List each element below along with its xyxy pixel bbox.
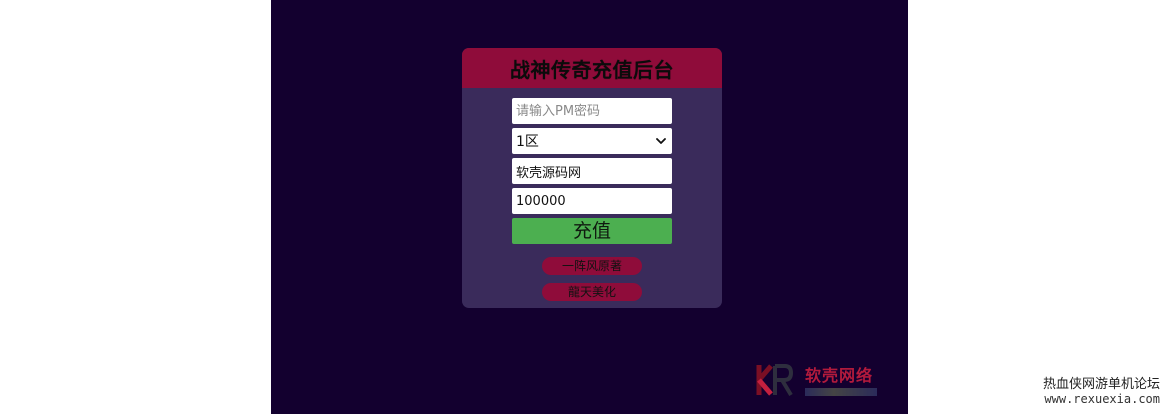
kr-logo-icon [756,364,794,397]
brand-text: 软壳网络 [805,366,874,385]
server-select[interactable]: 1区 [512,128,672,154]
account-input[interactable] [512,158,672,184]
recharge-form: 1区 充值 [512,98,672,244]
recharge-panel: 战神传奇充值后台 1区 充值 一阵风原著 龍天美化 [462,48,722,308]
forum-url: www.rexuexia.com [1044,392,1160,406]
recharge-button[interactable]: 充值 [512,218,672,244]
panel-header: 战神传奇充值后台 [462,48,722,88]
author-link[interactable]: 一阵风原著 [542,257,642,275]
forum-watermark: 热血侠网游单机论坛 www.rexuexia.com [1042,377,1160,407]
forum-name: 热血侠网游单机论坛 [1042,377,1160,392]
pm-password-input[interactable] [512,98,672,124]
brand-watermark: 软壳网络 [755,360,885,400]
page-title: 战神传奇充值后台 [510,57,674,82]
chevron-down-icon [656,138,666,144]
page-background: 战神传奇充值后台 1区 充值 一阵风原著 龍天美化 [271,0,908,414]
server-select-value: 1区 [516,134,539,150]
amount-input[interactable] [512,188,672,214]
beautify-link[interactable]: 龍天美化 [542,283,642,301]
brand-underline [805,388,877,396]
